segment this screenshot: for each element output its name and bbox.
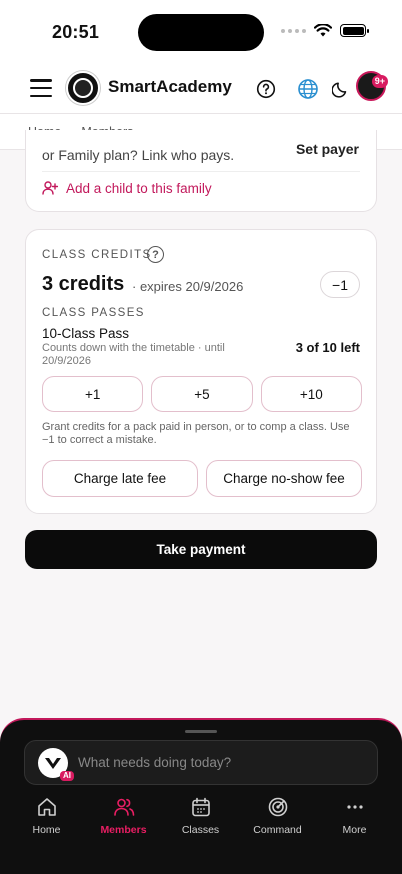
status-time: 20:51 (52, 22, 100, 42)
pass-subtitle: Counts down with the timetable · until 2… (42, 342, 225, 367)
charge-no-show-fee-button[interactable]: Charge no-show fee (206, 460, 362, 497)
dynamic-island (138, 14, 264, 51)
grant-credit-buttons: +1 +5 +10 (42, 376, 362, 412)
pass-remaining: 3 of 10 left (295, 340, 360, 355)
app-header: SmartAcademy 9+ (0, 64, 402, 114)
class-credits-card: CLASS CREDITS ? 3 credits · expires 20/9… (25, 229, 377, 514)
class-passes-label: CLASS PASSES (42, 307, 145, 319)
grant-help-text: Grant credits for a pack paid in person,… (42, 421, 350, 446)
wifi-icon (314, 24, 332, 37)
add-child-label: Add a child to this family (66, 180, 212, 196)
add-child-link[interactable]: Add a child to this family (42, 180, 212, 196)
minus-one-credit-button[interactable]: −1 (320, 271, 360, 298)
assistant-placeholder: What needs doing today? (78, 755, 232, 770)
bottom-nav: Home Members Classes Command More (0, 796, 402, 836)
nav-item-classes[interactable]: Classes (162, 796, 239, 836)
family-card: or Family plan? Link who pays. Set payer… (25, 130, 377, 212)
nav-item-more[interactable]: More (316, 796, 393, 836)
credits-amount: 3 credits (42, 273, 125, 295)
add-1-credit-button[interactable]: +1 (42, 376, 144, 412)
ai-assistant-input[interactable]: AI What needs doing today? (24, 740, 378, 785)
nav-label-home: Home (32, 824, 61, 836)
menu-icon[interactable] (30, 79, 52, 97)
help-icon[interactable] (252, 75, 280, 103)
signal-dots-icon (281, 28, 306, 33)
credits-help-icon[interactable]: ? (147, 246, 164, 263)
more-icon (346, 805, 363, 809)
pass-name: 10-Class Pass (42, 326, 130, 341)
nav-label-classes: Classes (181, 824, 220, 836)
battery-icon (340, 24, 369, 37)
bottom-panel: AI What needs doing today? Home Members … (0, 718, 402, 874)
fee-buttons: Charge late fee Charge no-show fee (42, 460, 362, 497)
family-plan-text: or Family plan? Link who pays. (42, 147, 235, 163)
ai-tag: AI (60, 771, 74, 781)
members-icon (113, 798, 134, 816)
nav-item-command[interactable]: Command (239, 796, 316, 836)
take-payment-button[interactable]: Take payment (25, 530, 377, 569)
dark-mode-moon-icon[interactable] (327, 75, 355, 103)
status-bar: 20:51 (0, 0, 402, 64)
nav-label-more: More (342, 824, 367, 836)
charge-late-fee-button[interactable]: Charge late fee (42, 460, 198, 497)
home-icon (37, 798, 56, 816)
nav-label-command: Command (253, 824, 302, 836)
add-5-credits-button[interactable]: +5 (151, 376, 253, 412)
status-icons (281, 24, 369, 37)
divider (42, 171, 360, 172)
notification-badge: 9+ (371, 75, 388, 88)
academy-logo (66, 71, 100, 105)
class-credits-label: CLASS CREDITS (42, 249, 152, 261)
sheet-grabber[interactable] (185, 730, 217, 733)
nav-label-members: Members (100, 824, 147, 836)
nav-item-members[interactable]: Members (85, 796, 162, 836)
set-payer-button[interactable]: Set payer (296, 141, 359, 157)
app-name: SmartAcademy (108, 77, 232, 96)
add-person-icon (42, 181, 58, 195)
credits-expiry: · expires 20/9/2026 (132, 279, 244, 294)
calendar-icon (191, 797, 210, 817)
nav-item-home[interactable]: Home (8, 796, 85, 836)
language-globe-icon[interactable] (294, 75, 322, 103)
radar-icon (268, 797, 287, 817)
add-10-credits-button[interactable]: +10 (260, 376, 362, 412)
user-avatar[interactable]: 9+ (356, 71, 388, 101)
